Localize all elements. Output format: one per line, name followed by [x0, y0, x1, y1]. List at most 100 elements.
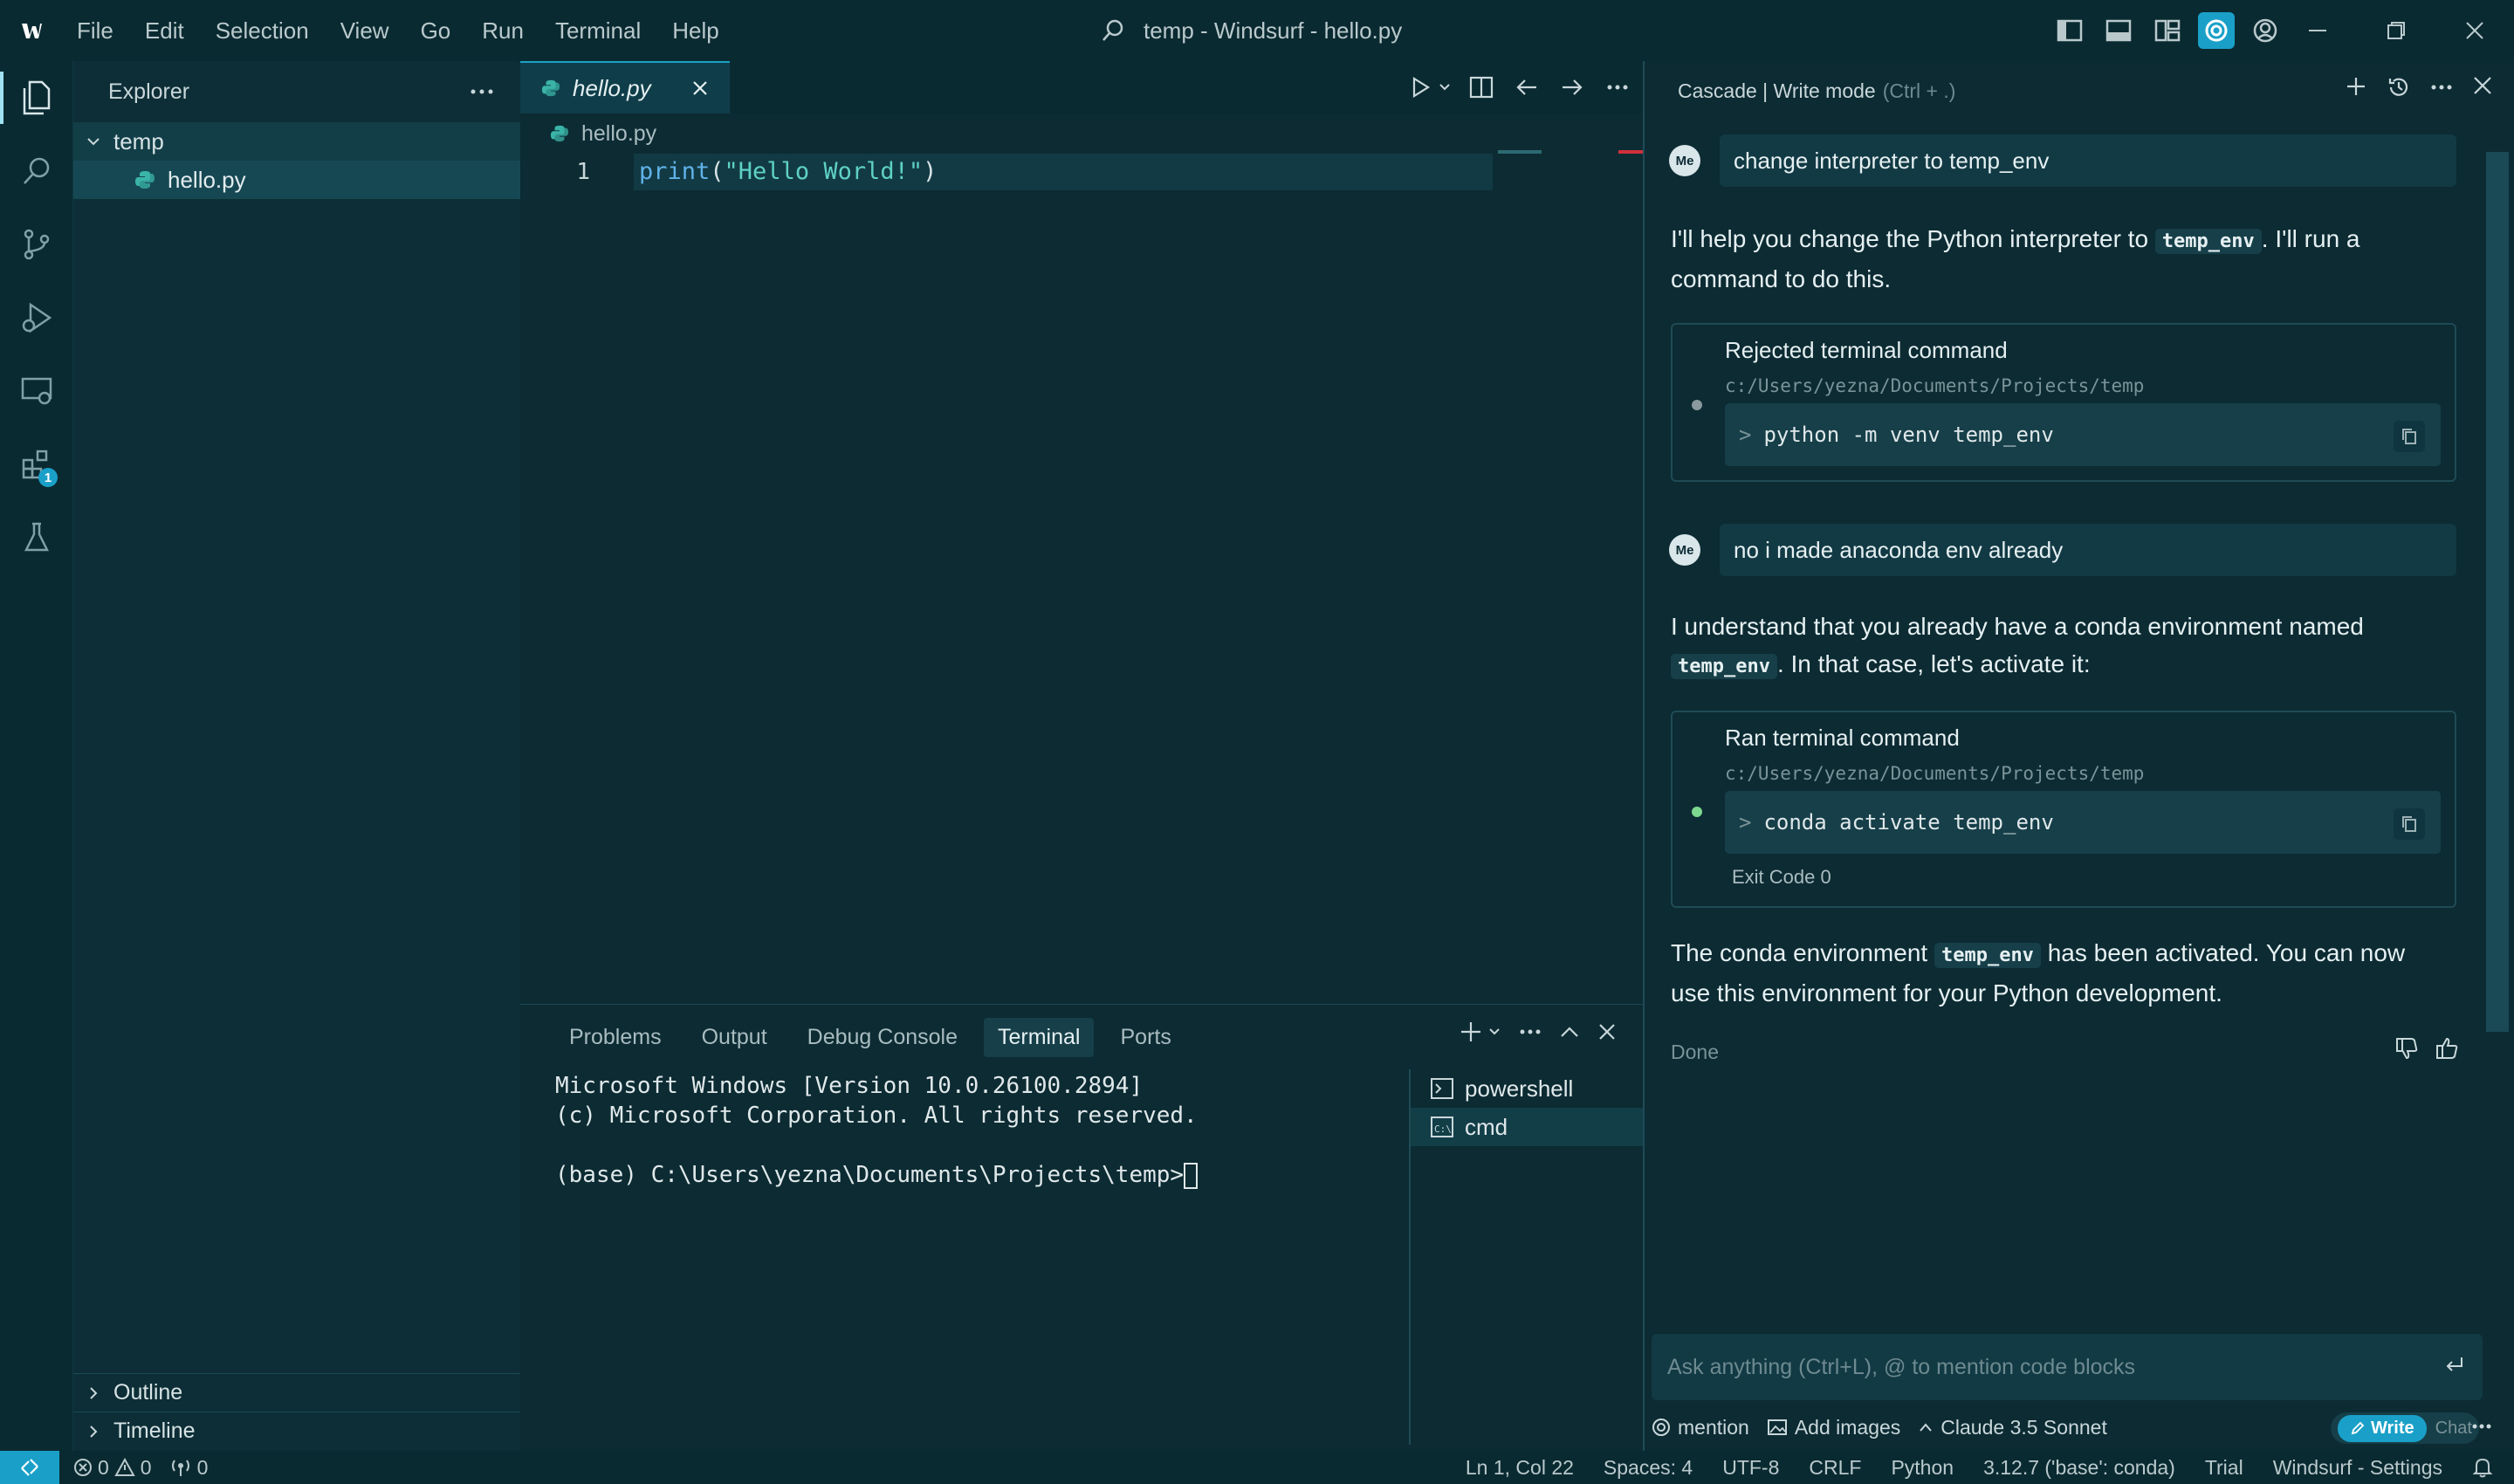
folder-temp[interactable]: temp [73, 122, 520, 161]
close-cascade-icon[interactable] [2472, 75, 2493, 100]
copy-icon[interactable] [2394, 421, 2425, 452]
prompt-chevron-icon: > [1739, 810, 1752, 835]
message-text: . In that case, let's activate it: [1776, 650, 2091, 677]
thumbs-down-icon[interactable] [2394, 1035, 2420, 1061]
trial-status[interactable]: Trial [2205, 1456, 2243, 1480]
restore-icon[interactable] [2357, 0, 2435, 61]
inline-code: temp_env [2154, 229, 2262, 254]
terminal-output[interactable]: Microsoft Windows [Version 10.0.26100.28… [555, 1071, 1376, 1190]
code-text[interactable]: print("Hello World!") [639, 154, 937, 190]
command-center[interactable]: temp - Windsurf - hello.py [1100, 0, 1402, 61]
send-icon[interactable] [2442, 1353, 2467, 1378]
menu-help[interactable]: Help [656, 0, 734, 61]
more-actions-icon[interactable] [1519, 1028, 1542, 1035]
go-forward-icon[interactable] [1556, 71, 1589, 104]
code-paren-open: ( [710, 158, 725, 185]
minimize-icon[interactable] [2278, 0, 2357, 61]
chevron-down-icon[interactable] [1437, 71, 1453, 104]
split-editor-icon[interactable] [1465, 71, 1498, 104]
menu-edit[interactable]: Edit [129, 0, 200, 61]
close-panel-icon[interactable] [1597, 1022, 1617, 1041]
explorer-icon[interactable] [0, 61, 73, 134]
scrollbar-thumb[interactable] [2486, 152, 2509, 1032]
history-icon[interactable] [2387, 75, 2411, 100]
cascade-toggle-icon[interactable] [2198, 12, 2235, 49]
windsurf-settings[interactable]: Windsurf - Settings [2273, 1456, 2442, 1480]
tab-terminal[interactable]: Terminal [984, 1017, 1095, 1057]
model-selector[interactable]: Claude 3.5 Sonnet [1918, 1416, 2107, 1439]
more-actions-icon[interactable] [470, 88, 494, 95]
go-back-icon[interactable] [1510, 71, 1543, 104]
cascade-scrollbar[interactable] [2486, 138, 2509, 1391]
more-actions-icon[interactable] [1601, 71, 1634, 104]
chat-mode-button[interactable]: Chat [2435, 1419, 2472, 1439]
terminal-item-cmd[interactable]: C:\ cmd [1411, 1108, 1643, 1146]
more-actions-icon[interactable] [2472, 1423, 2491, 1430]
notifications-bell-icon[interactable] [2472, 1456, 2493, 1479]
menu-selection[interactable]: Selection [200, 0, 325, 61]
new-conversation-icon[interactable] [2345, 75, 2367, 100]
toggle-panel-icon[interactable] [2100, 12, 2137, 49]
run-debug-icon[interactable] [0, 281, 73, 354]
tab-output[interactable]: Output [688, 1018, 781, 1057]
terminal-cursor [1184, 1162, 1199, 1189]
timeline-section[interactable]: Timeline [73, 1412, 520, 1450]
cascade-input[interactable]: Ask anything (Ctrl+L), @ to mention code… [1652, 1334, 2483, 1400]
tab-debug-console[interactable]: Debug Console [793, 1018, 972, 1057]
activity-bar: 1 [0, 61, 73, 1451]
python-file-icon [541, 79, 560, 98]
tab-problems[interactable]: Problems [555, 1018, 676, 1057]
encoding[interactable]: UTF-8 [1722, 1456, 1779, 1480]
outline-section[interactable]: Outline [73, 1373, 520, 1412]
customize-layout-icon[interactable] [2149, 12, 2186, 49]
cmd-icon: C:\ [1430, 1116, 1454, 1138]
rejected-command-card: Rejected terminal command c:/Users/yezna… [1671, 323, 2456, 482]
chevron-down-icon[interactable] [1487, 1025, 1501, 1039]
new-terminal-icon[interactable] [1460, 1020, 1482, 1043]
close-window-icon[interactable] [2435, 0, 2514, 61]
user-message-text[interactable]: change interpreter to temp_env [1720, 134, 2456, 187]
code-line[interactable]: 1 print("Hello World!") [520, 154, 1493, 190]
search-icon[interactable] [0, 134, 73, 208]
tab-ports[interactable]: Ports [1106, 1018, 1185, 1057]
menu-file[interactable]: File [61, 0, 129, 61]
thumbs-up-icon[interactable] [2434, 1035, 2460, 1061]
cascade-title: Cascade | Write mode [1678, 79, 1876, 102]
breadcrumb-file[interactable]: hello.py [581, 121, 656, 147]
done-status: Done [1671, 1041, 1719, 1063]
line-ending[interactable]: CRLF [1809, 1456, 1861, 1480]
write-mode-button[interactable]: Write [2338, 1414, 2427, 1442]
user-message-text[interactable]: no i made anaconda env already [1720, 524, 2456, 576]
indentation[interactable]: Spaces: 4 [1604, 1456, 1693, 1480]
source-control-icon[interactable] [0, 208, 73, 281]
tab-hello-py[interactable]: hello.py [520, 61, 730, 113]
cursor-position[interactable]: Ln 1, Col 22 [1466, 1456, 1574, 1480]
language-mode[interactable]: Python [1891, 1456, 1954, 1480]
editor-actions [1404, 61, 1634, 113]
menu-terminal[interactable]: Terminal [539, 0, 656, 61]
maximize-panel-icon[interactable] [1559, 1025, 1580, 1039]
terminal-prompt: (base) C:\Users\yezna\Documents\Projects… [555, 1162, 1185, 1188]
ports-status[interactable]: 0 [169, 1456, 208, 1480]
terminal-item-powershell[interactable]: powershell [1411, 1069, 1643, 1108]
file-hello-py[interactable]: hello.py [73, 161, 520, 199]
run-file-icon[interactable] [1404, 71, 1437, 104]
add-images-button[interactable]: Add images [1767, 1416, 1900, 1439]
remote-explorer-icon[interactable] [0, 354, 73, 428]
close-tab-icon[interactable] [691, 79, 709, 97]
python-interpreter[interactable]: 3.12.7 ('base': conda) [1983, 1456, 2175, 1480]
menu-run[interactable]: Run [466, 0, 539, 61]
extensions-icon[interactable]: 1 [0, 428, 73, 501]
copy-icon[interactable] [2394, 808, 2425, 840]
remote-indicator-icon[interactable] [0, 1451, 59, 1484]
terminal-line: Microsoft Windows [Version 10.0.26100.28… [555, 1073, 1144, 1099]
more-actions-icon[interactable] [2430, 75, 2453, 100]
testing-icon[interactable] [0, 501, 73, 574]
minimap[interactable] [1498, 150, 1542, 154]
menu-go[interactable]: Go [405, 0, 467, 61]
mention-button[interactable]: mention [1652, 1416, 1749, 1439]
toggle-sidebar-icon[interactable] [2051, 12, 2088, 49]
problems-status[interactable]: 0 0 [73, 1456, 152, 1480]
menu-view[interactable]: View [325, 0, 405, 61]
at-sign-icon [1652, 1418, 1671, 1437]
